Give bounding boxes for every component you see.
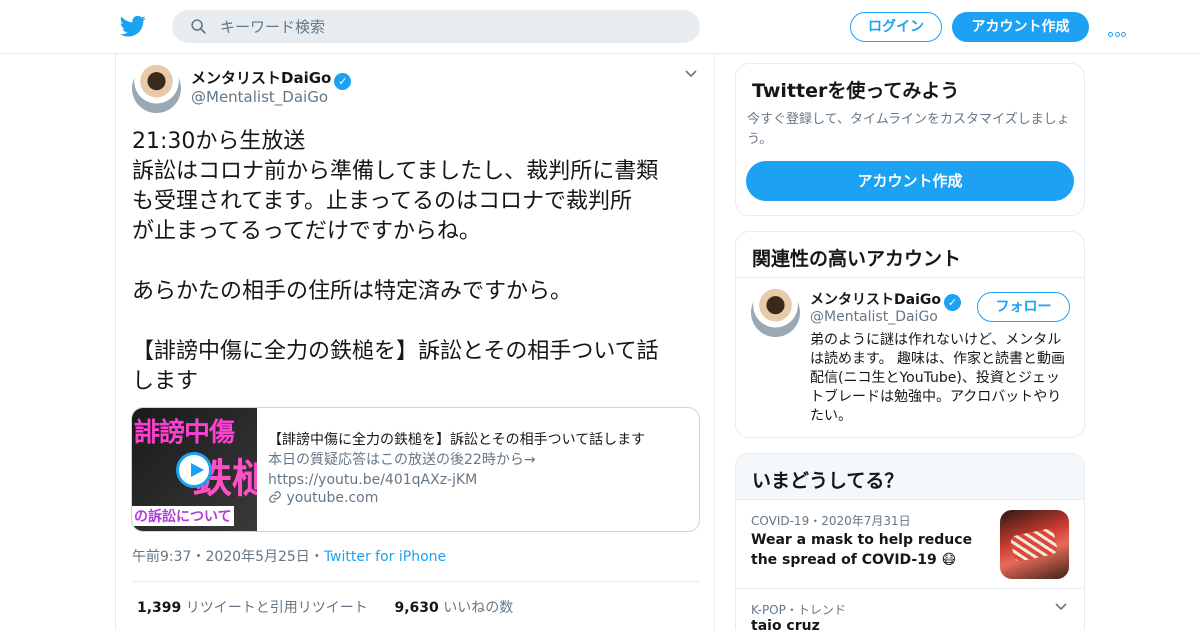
tweet-time[interactable]: 午前9:37	[132, 549, 191, 565]
card-description-line: https://youtu.be/401qAXz-jKM	[268, 472, 478, 488]
signup-panel-button[interactable]: アカウント作成	[746, 161, 1074, 201]
trends-panel: いまどうしてる？ COVID-19・2020年7月31日 Wear a mask…	[735, 453, 1085, 630]
related-account-avatar[interactable]	[751, 288, 800, 337]
chevron-down-icon[interactable]	[684, 69, 698, 79]
tweet-line: も受理されてます。止まってるのはコロナで裁判所	[132, 189, 633, 214]
trend-meta: COVID-19・2020年7月31日	[751, 514, 911, 528]
tweet-line: が止まってるってだけですからね。	[132, 219, 481, 244]
tweet-line: 【誹謗中傷に全力の鉄槌を】訴訟とその相手ついて話	[132, 339, 659, 364]
tweet-detail: メンタリストDaiGo ✓ @Mentalist_DaiGo 21:30から生放送…	[115, 54, 715, 630]
trends-panel-title: いまどうしてる？	[752, 470, 904, 492]
login-button[interactable]: ログイン	[850, 12, 942, 42]
tweet-timestamp: 午前9:37・2020年5月25日・Twitter for iPhone	[132, 549, 447, 565]
tweet-line: 21:30から生放送	[132, 129, 306, 154]
chevron-down-icon[interactable]	[1054, 602, 1068, 612]
like-label[interactable]: いいねの数	[443, 600, 513, 616]
related-accounts-panel: 関連性の高いアカウント メンタリストDaiGo ✓ @Mentalist_DaiG…	[735, 231, 1085, 438]
card-domain: youtube.com	[268, 490, 378, 506]
top-bar: ログイン アカウント作成	[0, 0, 1200, 54]
tweet-line	[132, 247, 702, 277]
tweet-line: します	[132, 369, 199, 394]
divider	[736, 277, 1084, 278]
trend-item[interactable]: COVID-19・2020年7月31日 Wear a mask to help …	[736, 500, 1084, 588]
author-name-text[interactable]: メンタリストDaiGo	[191, 69, 331, 87]
trend-meta: K-POP・トレンド	[751, 603, 846, 617]
more-options-icon[interactable]	[1108, 22, 1130, 37]
retweet-label[interactable]: リツイートと引用リツイート	[186, 600, 368, 616]
like-count[interactable]: 9,630	[394, 600, 438, 616]
related-account-name[interactable]: メンタリストDaiGo ✓	[810, 289, 961, 311]
follow-button[interactable]: フォロー	[977, 292, 1070, 322]
tweet-stats: 1,399 リツイートと引用リツイート 9,630 いいねの数	[137, 597, 513, 617]
card-description-line: 本日の質疑応答はこの放送の後22時から→	[268, 452, 536, 468]
tweet-line	[132, 307, 702, 337]
signup-panel-subtitle: 今すぐ登録して、タイムラインをカスタマイズしましょう。	[747, 112, 1070, 147]
author-avatar[interactable]	[132, 64, 181, 113]
trend-image[interactable]	[1000, 510, 1069, 579]
trend-item[interactable]: K-POP・トレンド taio cruz	[736, 589, 1084, 630]
search-icon	[191, 19, 206, 34]
card-domain-text: youtube.com	[286, 490, 379, 506]
thumbnail-text: の訴訟について	[132, 506, 234, 526]
verified-badge-icon: ✓	[334, 73, 352, 90]
tweet-text: 21:30から生放送 訴訟はコロナ前から準備してましたし、裁判所に書類 も受理さ…	[132, 127, 702, 397]
signup-panel-title: Twitterを使ってみよう	[752, 80, 960, 102]
trend-category: COVID-19	[751, 514, 810, 528]
author-handle[interactable]: @Mentalist_DaiGo	[191, 88, 328, 106]
signup-button[interactable]: アカウント作成	[952, 12, 1089, 42]
trend-headline[interactable]: Wear a mask to help reduce the spread of…	[751, 530, 981, 570]
retweet-count[interactable]: 1,399	[137, 600, 181, 616]
card-description: 本日の質疑応答はこの放送の後22時から→ https://youtu.be/40…	[268, 450, 688, 490]
tweet-source-link[interactable]: Twitter for iPhone	[324, 549, 446, 565]
video-thumbnail[interactable]: 誹謗中傷 鉄槌 の訴訟について	[132, 408, 257, 531]
signup-panel: Twitterを使ってみよう 今すぐ登録して、タイムラインをカスタマイズしましょ…	[735, 63, 1085, 216]
trend-headline[interactable]: taio cruz	[751, 618, 820, 630]
divider	[132, 581, 700, 582]
link-icon	[269, 491, 281, 503]
play-icon[interactable]	[176, 452, 212, 488]
tweet-line: あらかたの相手の住所は特定済みですから。	[132, 279, 573, 304]
related-panel-title: 関連性の高いアカウント	[752, 248, 962, 270]
related-account-name-text[interactable]: メンタリストDaiGo	[810, 292, 941, 308]
related-account-handle[interactable]: @Mentalist_DaiGo	[810, 309, 938, 325]
link-card[interactable]: 誹謗中傷 鉄槌 の訴訟について 【誹謗中傷に全力の鉄槌を】訴訟とその相手ついて話…	[131, 407, 700, 532]
thumbnail-text: 誹謗中傷	[134, 418, 235, 448]
tweet-line: 訴訟はコロナ前から準備してましたし、裁判所に書類	[132, 159, 659, 184]
trend-date: 2020年7月31日	[821, 514, 911, 528]
twitter-bird-icon[interactable]	[119, 13, 147, 39]
tweet-date[interactable]: 2020年5月25日	[205, 549, 309, 565]
search-input[interactable]	[220, 10, 680, 43]
verified-badge-icon: ✓	[943, 294, 961, 311]
card-title: 【誹謗中傷に全力の鉄槌を】訴訟とその相手ついて話します	[268, 432, 646, 448]
related-account-bio: 弟のように謎は作れないけど、メンタルは読めます。 趣味は、作家と読書と動画配信(…	[810, 332, 1066, 424]
author-name[interactable]: メンタリストDaiGo ✓	[191, 67, 352, 90]
search-box[interactable]	[172, 10, 700, 43]
